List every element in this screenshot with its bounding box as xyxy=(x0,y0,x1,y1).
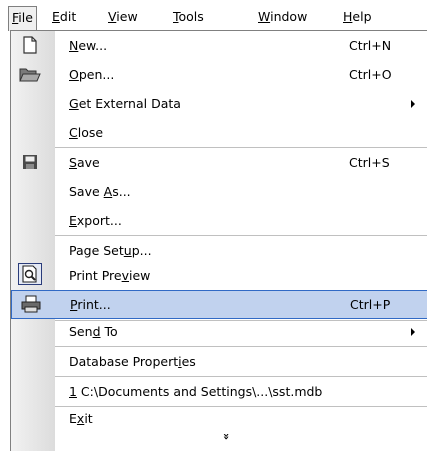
menu-item-get-external-data[interactable]: Get External Data xyxy=(11,89,427,118)
menu-item-database-properties[interactable]: Database Properties xyxy=(11,347,427,376)
file-menu-dropdown: New... Ctrl+N Open... Ctrl+O Get Externa… xyxy=(10,30,427,451)
shortcut-label: Ctrl+S xyxy=(349,155,390,170)
print-preview-icon xyxy=(18,263,42,285)
shortcut-label: Ctrl+P xyxy=(350,297,391,312)
open-folder-icon xyxy=(19,64,41,84)
menu-file[interactable]: File xyxy=(8,6,37,31)
menu-item-exit[interactable]: Exit xyxy=(11,404,427,433)
shortcut-label: Ctrl+N xyxy=(349,38,392,53)
menu-item-send-to[interactable]: Send To xyxy=(11,317,427,346)
submenu-arrow-icon xyxy=(411,328,415,336)
shortcut-label: Ctrl+O xyxy=(349,67,392,82)
menu-item-open[interactable]: Open... Ctrl+O xyxy=(11,60,427,89)
menu-item-recent-file-1[interactable]: 1 C:\Documents and Settings\...\sst.mdb xyxy=(11,377,427,406)
menu-edit[interactable]: Edit xyxy=(49,7,79,27)
menu-window[interactable]: Window xyxy=(255,7,310,27)
save-disk-icon xyxy=(19,152,41,172)
printer-icon xyxy=(20,294,42,314)
menu-view[interactable]: View xyxy=(105,7,141,27)
menu-help[interactable]: Help xyxy=(340,7,375,27)
new-document-icon xyxy=(19,35,41,55)
menu-item-close[interactable]: Close xyxy=(11,118,427,147)
menu-item-print[interactable]: Print... Ctrl+P xyxy=(11,290,427,319)
menu-item-save-as[interactable]: Save As... xyxy=(11,177,427,206)
menu-item-export[interactable]: Export... xyxy=(11,206,427,235)
menu-tools[interactable]: Tools xyxy=(170,7,207,27)
menu-item-save[interactable]: Save Ctrl+S xyxy=(11,148,427,177)
submenu-arrow-icon xyxy=(411,100,415,108)
menu-bar: File Edit View Tools Window Help xyxy=(0,0,427,31)
expand-menu-chevron-icon[interactable]: » xyxy=(220,433,233,440)
menu-item-new[interactable]: New... Ctrl+N xyxy=(11,31,427,60)
menu-item-print-preview[interactable]: Print Preview xyxy=(11,261,427,290)
